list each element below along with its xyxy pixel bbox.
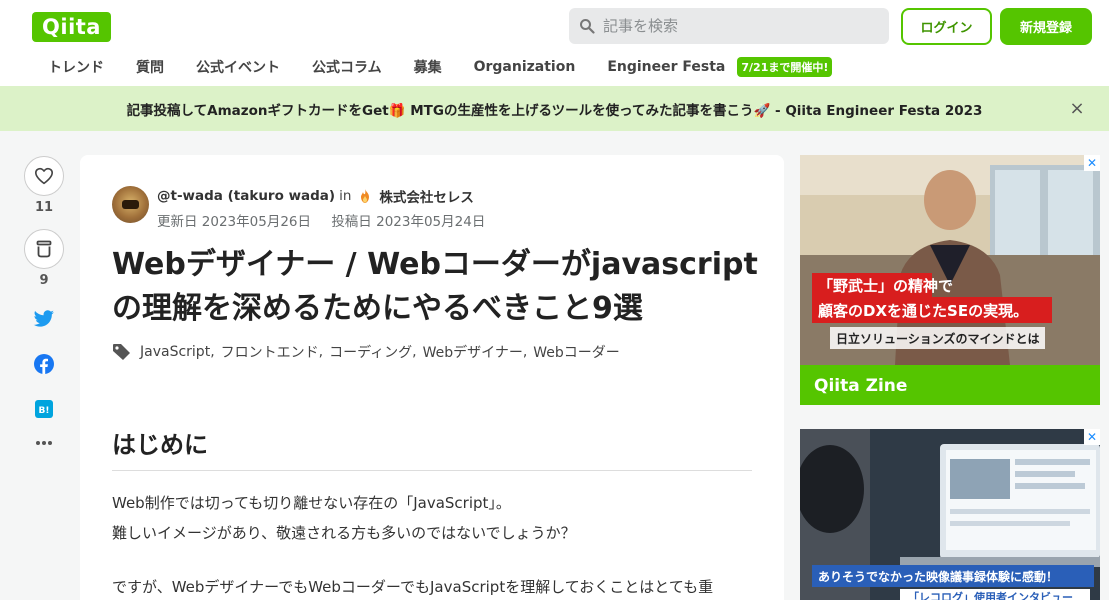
updated-date: 更新日 2023年05月26日 xyxy=(157,214,312,230)
search-icon xyxy=(580,19,595,34)
more-menu[interactable] xyxy=(24,440,64,446)
ad-image: 「野武士」の精神で 顧客のDXを通じたSEの実現。 日立ソリューションズのマイン… xyxy=(800,155,1100,405)
ad-subline: 日立ソリューションズのマインドとは xyxy=(836,331,1040,346)
article-title: Webデザイナー / Webコーダーがjavascriptの理解を深めるためにや… xyxy=(112,247,758,326)
ad2-subline: 「レコログ」使用者インタビュー xyxy=(908,590,1073,600)
author-row: @t-wada (takuro wada) in 株式会社セレス 更新日 202… xyxy=(112,186,501,230)
svg-text:B!: B! xyxy=(39,406,50,416)
section-heading: はじめに xyxy=(112,425,752,471)
twitter-icon xyxy=(33,310,54,327)
ad-close-icon[interactable]: ✕ xyxy=(1084,429,1100,445)
more-icon xyxy=(36,441,52,445)
posted-date: 投稿日 2023年05月24日 xyxy=(331,214,486,230)
tag-web-designer[interactable]: Webデザイナー xyxy=(423,342,523,362)
ad-banner-recolog[interactable]: ありそうでなかった映像議事録体験に感動！ 「レコログ」使用者インタビュー ✕ xyxy=(800,429,1100,600)
organization-name[interactable]: 株式会社セレス xyxy=(379,186,474,206)
tag-frontend[interactable]: フロントエンド xyxy=(221,342,319,362)
ad2-headline: ありそうでなかった映像議事録体験に感動！ xyxy=(818,569,1058,584)
body-paragraph: ですが、WebデザイナーでもWebコーダーでもJavaScriptを理解しておく… xyxy=(112,578,714,596)
stock-icon xyxy=(36,240,52,258)
qiita-logo[interactable]: Qiita xyxy=(32,12,111,42)
banner-text: 記事投稿してAmazonギフトカードをGet🎁 MTGの生産性を上げるツールを使… xyxy=(126,102,983,119)
facebook-icon xyxy=(34,354,54,374)
ad-brand: Qiita Zine xyxy=(814,376,907,396)
nav-questions[interactable]: 質問 xyxy=(120,57,180,77)
twitter-share[interactable] xyxy=(24,310,64,328)
hatena-bookmark-icon: B! xyxy=(35,400,53,418)
nav-official-columns[interactable]: 公式コラム xyxy=(296,57,398,77)
article-card: @t-wada (takuro wada) in 株式会社セレス 更新日 202… xyxy=(80,155,784,600)
action-sidebar: 11 9 B! xyxy=(24,156,64,446)
ad-image-2: ありそうでなかった映像議事録体験に感動！ 「レコログ」使用者インタビュー xyxy=(800,429,1100,600)
tag-javascript[interactable]: JavaScript xyxy=(140,344,210,360)
tag-coding[interactable]: コーディング xyxy=(329,342,412,362)
search-box[interactable] xyxy=(569,8,889,44)
nav-official-events[interactable]: 公式イベント xyxy=(180,57,296,77)
stock-button[interactable] xyxy=(24,229,64,269)
festa-badge: 7/21まで開催中! xyxy=(737,57,833,77)
author-in: in xyxy=(339,188,352,204)
promo-banner[interactable]: 記事投稿してAmazonギフトカードをGet🎁 MTGの生産性を上げるツールを使… xyxy=(0,86,1109,131)
tag-list: JavaScript, フロントエンド, コーディング, Webデザイナー, W… xyxy=(112,342,620,362)
like-button[interactable] xyxy=(24,156,64,196)
ad-close-icon[interactable]: ✕ xyxy=(1084,155,1100,171)
search-input[interactable] xyxy=(603,17,863,35)
nav-engineer-festa[interactable]: Engineer Festa xyxy=(591,59,741,75)
ad-headline-2: 顧客のDXを通じたSEの実現。 xyxy=(818,302,1028,320)
ad-headline-1: 「野武士」の精神で xyxy=(818,277,953,295)
nav-trend[interactable]: トレンド xyxy=(32,57,120,77)
stock-count: 9 xyxy=(39,273,49,288)
main-nav: トレンド 質問 公式イベント 公式コラム 募集 Organization Eng… xyxy=(32,56,833,78)
login-button[interactable]: ログイン xyxy=(901,8,992,45)
body-paragraph: 難しいイメージがあり、敬遠される方も多いのではないでしょうか？ xyxy=(112,524,576,542)
close-icon[interactable]: × xyxy=(1067,98,1087,119)
tag-web-coder[interactable]: Webコーダー xyxy=(533,342,620,362)
heart-icon xyxy=(34,167,53,185)
avatar[interactable] xyxy=(112,186,149,223)
author-name[interactable]: @t-wada (takuro wada) xyxy=(157,188,335,204)
hatena-share[interactable]: B! xyxy=(24,400,64,418)
tag-icon xyxy=(113,344,130,360)
nav-organization[interactable]: Organization xyxy=(458,59,592,75)
site-header: Qiita ログイン 新規登録 トレンド 質問 公式イベント 公式コラム 募集 … xyxy=(0,0,1109,86)
facebook-share[interactable] xyxy=(24,354,64,374)
nav-recruitment[interactable]: 募集 xyxy=(398,57,458,77)
body-paragraph: Web制作では切っても切り離せない存在の「JavaScript」。 xyxy=(112,494,511,512)
organization-flame-icon xyxy=(361,189,370,203)
ad-banner-qiita-zine[interactable]: 「野武士」の精神で 顧客のDXを通じたSEの実現。 日立ソリューションズのマイン… xyxy=(800,155,1100,405)
signup-button[interactable]: 新規登録 xyxy=(1000,8,1092,45)
like-count: 11 xyxy=(34,200,54,215)
